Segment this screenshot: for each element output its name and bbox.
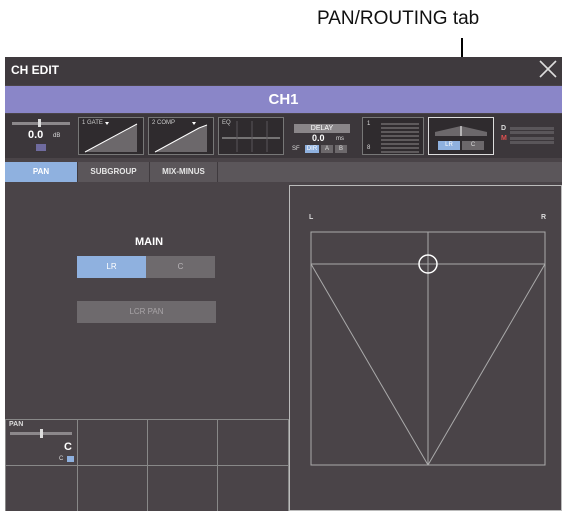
- knob-cell-8[interactable]: [217, 465, 289, 511]
- channel-name-bar[interactable]: CH1: [5, 86, 562, 113]
- tab-bar: PAN SUBGROUP MIX-MINUS: [5, 162, 562, 182]
- pan-knob-value: C: [64, 441, 72, 453]
- module-strip: 0.0 dB 1 GATE 2 COMP EQ DELAY 0.0 ms SF …: [5, 114, 562, 158]
- lcr-pan-button[interactable]: LCR PAN: [77, 301, 216, 323]
- fader-unit: dB: [53, 133, 61, 139]
- tab-mix-minus[interactable]: MIX-MINUS: [150, 162, 218, 182]
- delay-a: A: [321, 145, 333, 153]
- tab-subgroup[interactable]: SUBGROUP: [78, 162, 150, 182]
- fader-value: 0.0: [28, 129, 44, 141]
- delay-label: DELAY: [294, 124, 350, 133]
- pan-routing-c: C: [462, 141, 484, 150]
- main-lr-button[interactable]: LR: [77, 256, 146, 278]
- title-bar: CH EDIT: [5, 57, 562, 85]
- pan-routing-lr: LR: [438, 141, 460, 150]
- aux-send-module[interactable]: 1 8: [362, 117, 424, 155]
- delay-module[interactable]: DELAY 0.0 ms SF DIR A B: [288, 117, 358, 155]
- comp-module[interactable]: 2 COMP: [148, 117, 214, 155]
- delay-b: B: [335, 145, 347, 153]
- main-c-button[interactable]: C: [146, 256, 215, 278]
- channel-name: CH1: [268, 91, 299, 108]
- eq-module[interactable]: EQ: [218, 117, 284, 155]
- ch-edit-window: CH EDIT CH1 0.0 dB 1 GATE 2 COMP EQ DELA…: [5, 57, 562, 511]
- window-title: CH EDIT: [11, 63, 59, 77]
- knob-cell-3[interactable]: [147, 419, 217, 465]
- pan-knob-sub: C: [59, 456, 64, 462]
- delay-sf: SF: [292, 146, 300, 152]
- delay-value: 0.0: [312, 133, 325, 143]
- pan-position-marker-icon[interactable]: [418, 254, 438, 279]
- fader-module[interactable]: 0.0 dB: [8, 117, 74, 155]
- pan-routing-module[interactable]: LR C: [428, 117, 494, 155]
- knob-cell-2[interactable]: [77, 419, 147, 465]
- main-heading: MAIN: [135, 236, 164, 248]
- delay-unit: ms: [336, 136, 344, 142]
- knob-cell-5[interactable]: [5, 465, 77, 511]
- gate-module[interactable]: 1 GATE: [78, 117, 144, 155]
- knob-cell-7[interactable]: [147, 465, 217, 511]
- knob-cell-4[interactable]: [217, 419, 289, 465]
- knob-cell-6[interactable]: [77, 465, 147, 511]
- pan-pad[interactable]: L R: [289, 185, 562, 511]
- pan-knob-slider: [10, 429, 72, 438]
- tab-pan[interactable]: PAN: [5, 162, 78, 182]
- pan-pad-graph: [310, 231, 546, 466]
- callout-label: PAN/ROUTING tab: [317, 8, 480, 29]
- delay-dir: DIR: [305, 145, 319, 153]
- pan-knob-indicator-icon: [67, 456, 74, 462]
- knob-cell-1[interactable]: PAN C C: [5, 419, 77, 465]
- close-icon[interactable]: [536, 57, 560, 83]
- dm-module[interactable]: D M: [498, 117, 560, 155]
- fader-sub-icon: [36, 144, 46, 151]
- pan-knob-label: PAN: [9, 421, 24, 428]
